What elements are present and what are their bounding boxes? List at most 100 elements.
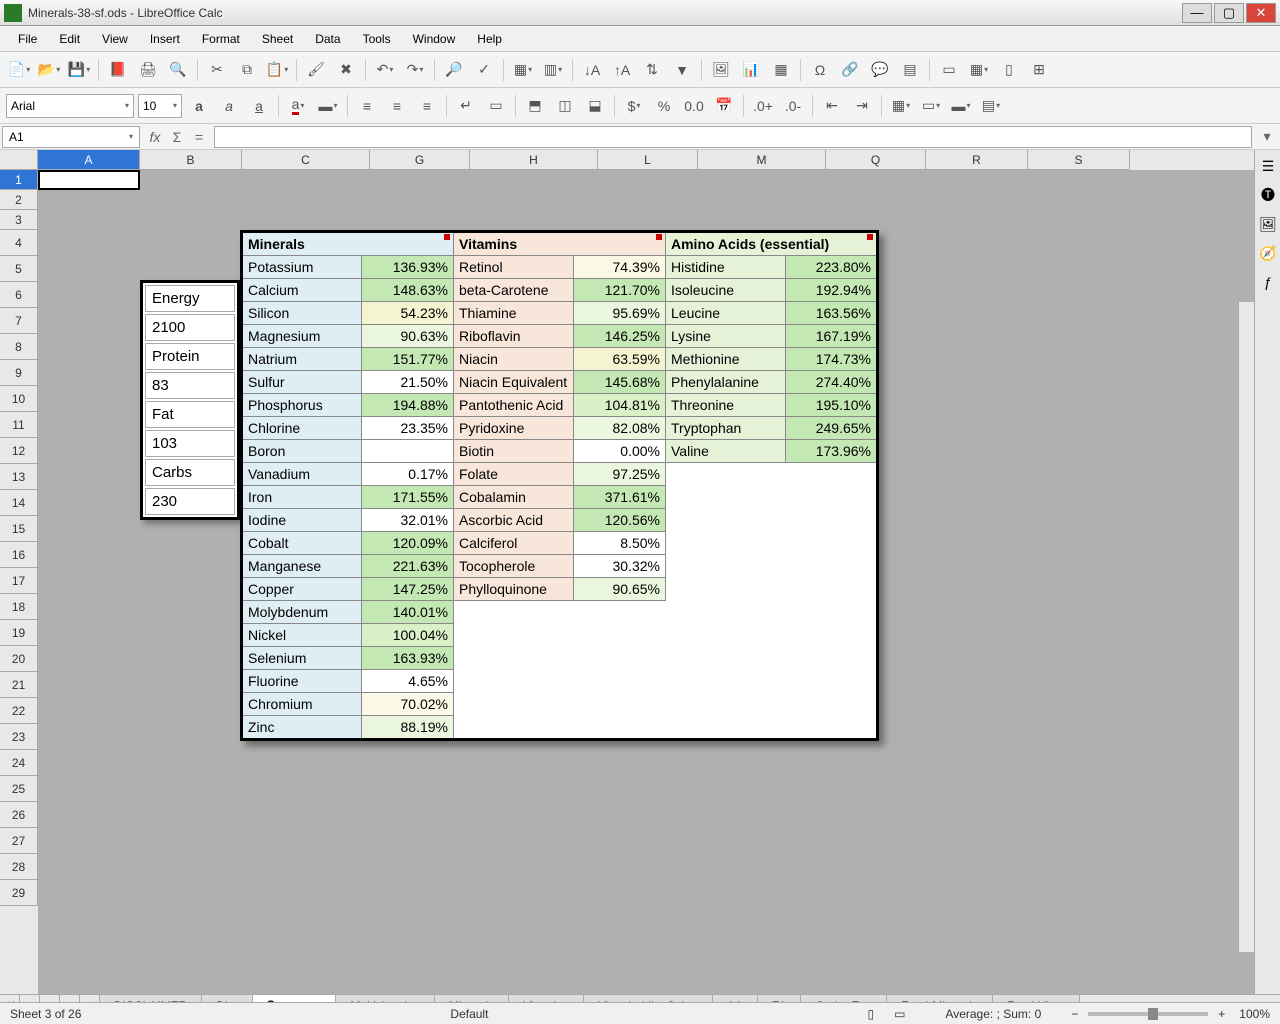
merge-icon[interactable]: ▭: [483, 93, 509, 119]
column-header-C[interactable]: C: [242, 150, 370, 170]
clone-format-icon[interactable]: 🖌: [303, 57, 329, 83]
column-header-A[interactable]: A: [38, 150, 140, 170]
define-print-area-icon[interactable]: ▭: [936, 57, 962, 83]
row-header-19[interactable]: 19: [0, 620, 38, 646]
column-header-H[interactable]: H: [470, 150, 598, 170]
cond-format-icon[interactable]: ▤▾: [978, 93, 1004, 119]
undo-icon[interactable]: ↶▾: [372, 57, 398, 83]
valign-mid-icon[interactable]: ◫: [552, 93, 578, 119]
freeze-icon[interactable]: ▦▾: [966, 57, 992, 83]
zoom-out-icon[interactable]: −: [1071, 1007, 1078, 1021]
column-header-M[interactable]: M: [698, 150, 826, 170]
borders-icon[interactable]: ▦▾: [888, 93, 914, 119]
chart-icon[interactable]: 📊: [738, 57, 764, 83]
row-header-27[interactable]: 27: [0, 828, 38, 854]
sort-asc-icon[interactable]: ↓A: [579, 57, 605, 83]
row-header-17[interactable]: 17: [0, 568, 38, 594]
row-header-21[interactable]: 21: [0, 672, 38, 698]
row-header-16[interactable]: 16: [0, 542, 38, 568]
pivot-icon[interactable]: ▦: [768, 57, 794, 83]
row-header-9[interactable]: 9: [0, 360, 38, 386]
save-icon[interactable]: 💾▾: [66, 57, 92, 83]
row-header-24[interactable]: 24: [0, 750, 38, 776]
open-icon[interactable]: 📂▾: [36, 57, 62, 83]
row-header-28[interactable]: 28: [0, 854, 38, 880]
align-center-icon[interactable]: ≡: [384, 93, 410, 119]
headers-footers-icon[interactable]: ▤: [897, 57, 923, 83]
col-icon[interactable]: ▥▾: [540, 57, 566, 83]
menu-format[interactable]: Format: [192, 29, 250, 49]
active-cell[interactable]: [38, 170, 140, 190]
column-header-S[interactable]: S: [1028, 150, 1130, 170]
row-header-10[interactable]: 10: [0, 386, 38, 412]
row-header-4[interactable]: 4: [0, 230, 38, 256]
row-header-29[interactable]: 29: [0, 880, 38, 906]
date-icon[interactable]: 📅: [711, 93, 737, 119]
cell-grid[interactable]: Energy2100Protein83Fat103Carbs230 Minera…: [38, 170, 1254, 994]
valign-bot-icon[interactable]: ⬓: [582, 93, 608, 119]
vertical-scrollbar[interactable]: [1238, 302, 1254, 952]
row-header-8[interactable]: 8: [0, 334, 38, 360]
sort-desc-icon[interactable]: ↑A: [609, 57, 635, 83]
align-left-icon[interactable]: ≡: [354, 93, 380, 119]
sidebar-navigator-icon[interactable]: 🧭: [1256, 240, 1280, 266]
row-header-12[interactable]: 12: [0, 438, 38, 464]
cell-reference-box[interactable]: A1▾: [2, 126, 140, 148]
menu-file[interactable]: File: [8, 29, 47, 49]
export-pdf-icon[interactable]: 📕: [105, 57, 131, 83]
font-color-icon[interactable]: a▾: [285, 93, 311, 119]
row-icon[interactable]: ▦▾: [510, 57, 536, 83]
cut-icon[interactable]: ✂: [204, 57, 230, 83]
dec-decimal-icon[interactable]: .0-: [780, 93, 806, 119]
split-icon[interactable]: ▯: [996, 57, 1022, 83]
row-header-23[interactable]: 23: [0, 724, 38, 750]
row-header-7[interactable]: 7: [0, 308, 38, 334]
spellcheck-icon[interactable]: ✓: [471, 57, 497, 83]
dec-indent-icon[interactable]: ⇤: [819, 93, 845, 119]
window-icon[interactable]: ⊞: [1026, 57, 1052, 83]
font-size-combo[interactable]: 10▾: [138, 94, 182, 118]
sidebar-functions-icon[interactable]: ƒ: [1256, 269, 1280, 295]
menu-help[interactable]: Help: [467, 29, 512, 49]
hyperlink-icon[interactable]: 🔗: [837, 57, 863, 83]
row-header-14[interactable]: 14: [0, 490, 38, 516]
row-header-20[interactable]: 20: [0, 646, 38, 672]
row-header-11[interactable]: 11: [0, 412, 38, 438]
comment-indicator-icon[interactable]: [444, 234, 450, 240]
sum-icon[interactable]: Σ: [166, 126, 188, 148]
row-header-3[interactable]: 3: [0, 210, 38, 230]
menu-tools[interactable]: Tools: [353, 29, 401, 49]
function-wizard-icon[interactable]: fx: [144, 126, 166, 148]
image-icon[interactable]: 🖼: [708, 57, 734, 83]
underline-icon[interactable]: a: [246, 93, 272, 119]
row-header-1[interactable]: 1: [0, 170, 38, 190]
inc-decimal-icon[interactable]: .0+: [750, 93, 776, 119]
close-button[interactable]: ✕: [1246, 3, 1276, 23]
formula-input[interactable]: [214, 126, 1252, 148]
sidebar-styles-icon[interactable]: 🅣: [1256, 182, 1280, 208]
border-style-icon[interactable]: ▭▾: [918, 93, 944, 119]
row-header-6[interactable]: 6: [0, 282, 38, 308]
italic-icon[interactable]: a: [216, 93, 242, 119]
maximize-button[interactable]: ▢: [1214, 3, 1244, 23]
valign-top-icon[interactable]: ⬒: [522, 93, 548, 119]
clear-format-icon[interactable]: ✖: [333, 57, 359, 83]
menu-insert[interactable]: Insert: [140, 29, 190, 49]
sidebar-properties-icon[interactable]: ☰: [1256, 153, 1280, 179]
row-header-18[interactable]: 18: [0, 594, 38, 620]
column-header-L[interactable]: L: [598, 150, 698, 170]
inc-indent-icon[interactable]: ⇥: [849, 93, 875, 119]
row-header-15[interactable]: 15: [0, 516, 38, 542]
column-header-G[interactable]: G: [370, 150, 470, 170]
special-char-icon[interactable]: Ω: [807, 57, 833, 83]
sort-icon[interactable]: ⇅: [639, 57, 665, 83]
row-header-13[interactable]: 13: [0, 464, 38, 490]
comment-indicator-icon[interactable]: [656, 234, 662, 240]
copy-icon[interactable]: ⧉: [234, 57, 260, 83]
font-name-combo[interactable]: Arial▾: [6, 94, 134, 118]
menu-data[interactable]: Data: [305, 29, 350, 49]
expand-formula-icon[interactable]: ▾: [1256, 126, 1278, 148]
column-header-B[interactable]: B: [140, 150, 242, 170]
select-all-corner[interactable]: [0, 150, 38, 170]
column-header-R[interactable]: R: [926, 150, 1028, 170]
